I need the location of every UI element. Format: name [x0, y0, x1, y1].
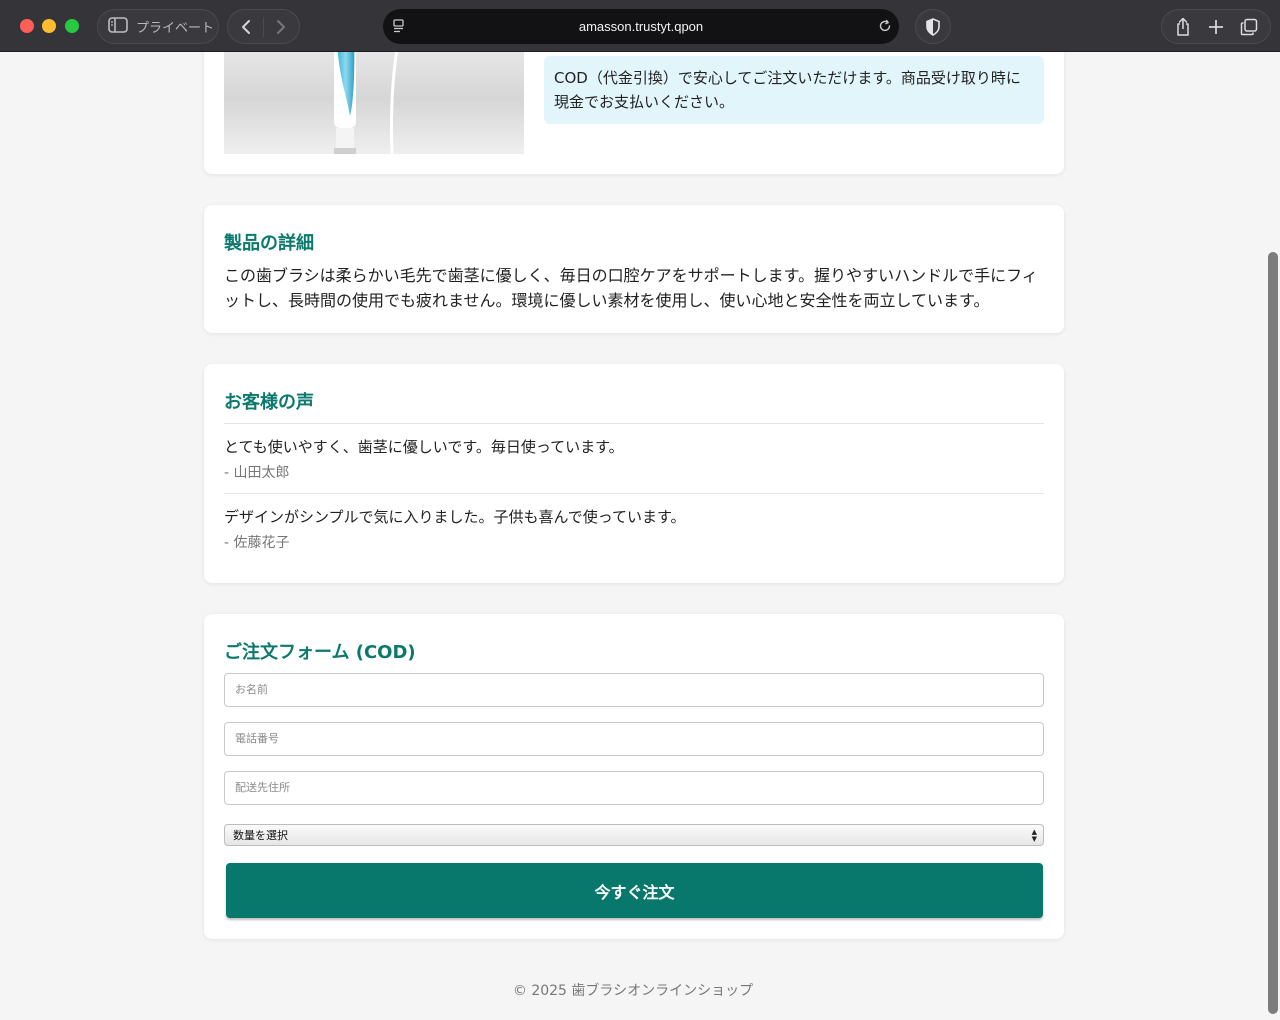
quantity-select-value: 数量を選択 [233, 829, 288, 842]
private-mode-label: プライベート [136, 21, 215, 36]
forward-button[interactable] [264, 10, 299, 43]
product-card: COD（代金引換）で安心してご注文いただけます。商品受け取り時に現金でお支払いく… [204, 52, 1064, 174]
order-now-button[interactable]: 今すぐ注文 [226, 863, 1043, 918]
close-window-button[interactable] [20, 19, 34, 33]
select-arrows-icon: ▲ ▼ [1031, 828, 1037, 843]
quantity-select[interactable]: 数量を選択 ▲ ▼ [224, 824, 1044, 846]
scrollbar-track[interactable] [1266, 52, 1280, 1020]
review-item: デザインがシンプルで気に入りました。子供も喜んで使っています。 - 佐藤花子 [224, 493, 1044, 563]
review-author: - 佐藤花子 [224, 535, 290, 551]
section-title: ご注文フォーム (COD) [224, 642, 416, 663]
share-icon [1176, 17, 1189, 36]
sidebar-icon [108, 16, 128, 37]
browser-toolbar: プライベート amasson.trustyt.qpon [0, 0, 1280, 52]
new-tab-button[interactable] [1201, 12, 1231, 42]
url-text: amasson.trustyt.qpon [578, 19, 704, 34]
review-author: - 山田太郎 [224, 465, 290, 481]
chevron-right-icon [277, 19, 286, 34]
page-viewport: COD（代金引換）で安心してご注文いただけます。商品受け取り時に現金でお支払いく… [0, 52, 1280, 1020]
toolbar-actions [1161, 9, 1271, 44]
tabs-icon [1241, 18, 1258, 35]
zoom-window-button[interactable] [65, 19, 79, 33]
cod-info-note: COD（代金引換）で安心してご注文いただけます。商品受け取り時に現金でお支払いく… [544, 56, 1044, 124]
footer-copyright: © 2025 歯ブラシオンラインショップ [512, 983, 754, 999]
navigation-buttons [227, 9, 300, 44]
plus-icon [1208, 19, 1223, 34]
name-input[interactable] [224, 673, 1044, 707]
address-bar[interactable]: amasson.trustyt.qpon [383, 9, 899, 44]
product-details-section: 製品の詳細 この歯ブラシは柔らかい毛先で歯茎に優しく、毎日の口腔ケアをサポートし… [204, 205, 1064, 333]
minimize-window-button[interactable] [42, 19, 56, 33]
chevron-left-icon [241, 19, 250, 34]
privacy-report-button[interactable] [915, 9, 951, 44]
sidebar-toggle-button[interactable]: プライベート [97, 9, 219, 44]
product-description: この歯ブラシは柔らかい毛先で歯茎に優しく、毎日の口腔ケアをサポートします。握りや… [224, 266, 1038, 310]
section-title: お客様の声 [224, 392, 314, 413]
shield-icon [926, 17, 940, 36]
share-button[interactable] [1168, 12, 1198, 42]
review-text: とても使いやすく、歯茎に優しいです。毎日使っています。 [224, 438, 624, 456]
tab-overview-button[interactable] [1234, 12, 1264, 42]
page-settings-icon[interactable] [391, 18, 407, 38]
customer-reviews-section: お客様の声 とても使いやすく、歯茎に優しいです。毎日使っています。 - 山田太郎… [204, 364, 1064, 583]
phone-input[interactable] [224, 722, 1044, 756]
review-text: デザインがシンプルで気に入りました。子供も喜んで使っています。 [224, 508, 686, 526]
review-item: とても使いやすく、歯茎に優しいです。毎日使っています。 - 山田太郎 [224, 423, 1044, 493]
order-form-section: ご注文フォーム (COD) 数量を選択 ▲▼ 今すぐ注文 [204, 614, 1064, 939]
address-input[interactable] [224, 771, 1044, 805]
reload-icon[interactable] [877, 18, 893, 38]
product-image [224, 52, 524, 154]
scrollbar-thumb[interactable] [1268, 252, 1278, 1014]
section-title: 製品の詳細 [224, 233, 314, 254]
back-button[interactable] [228, 10, 263, 43]
